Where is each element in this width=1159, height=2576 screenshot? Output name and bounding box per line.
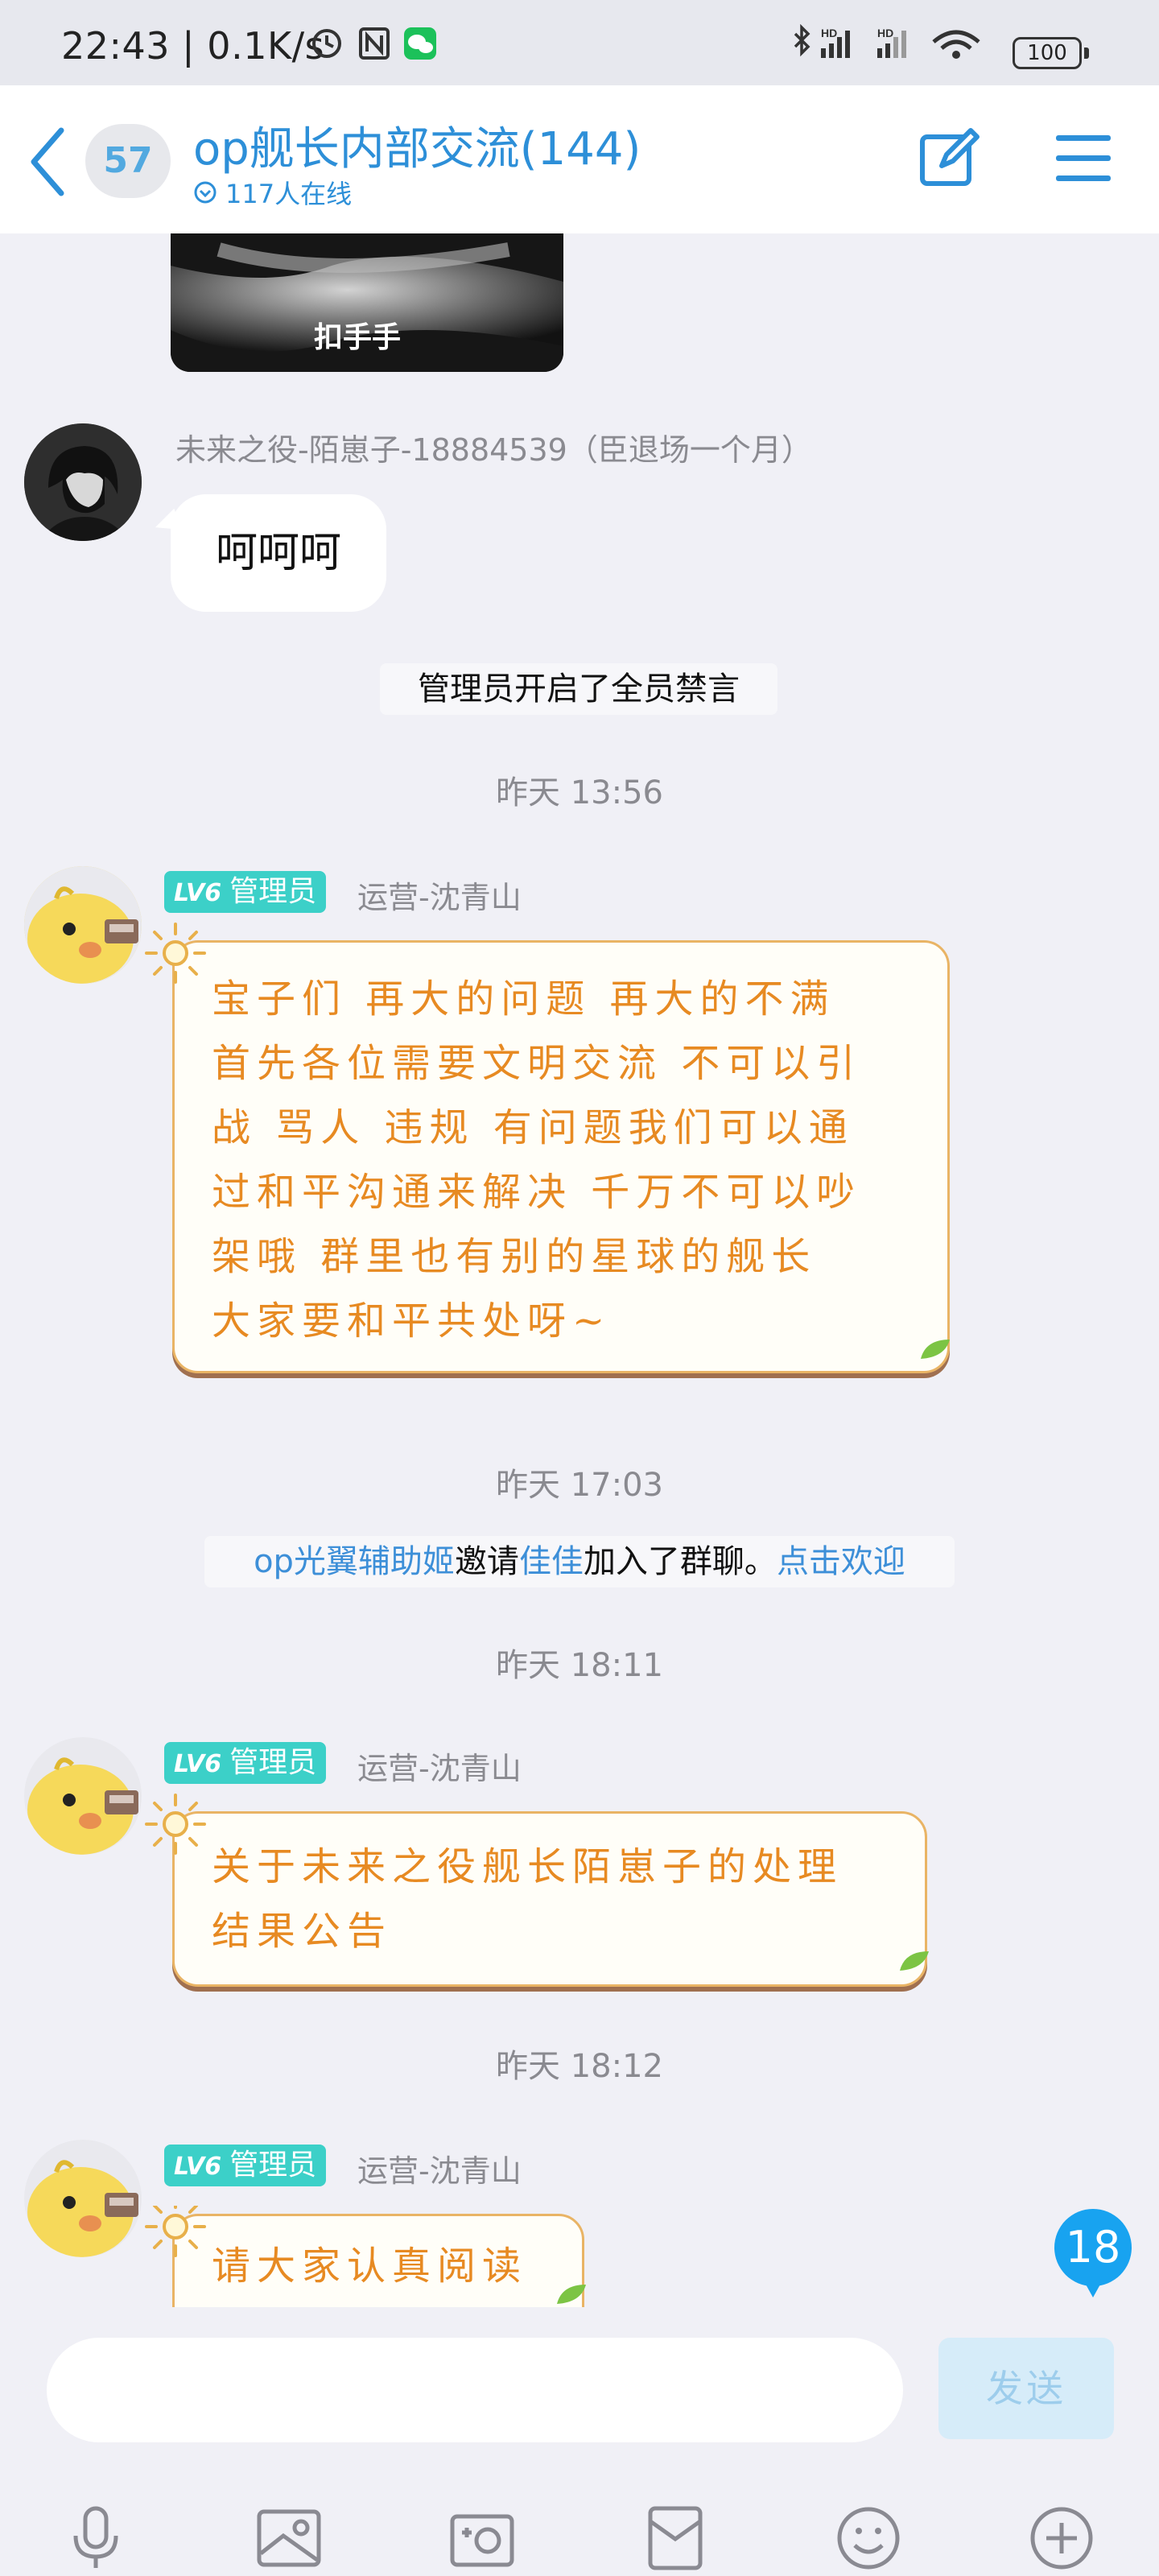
message-line: 关于未来之役舰长陌崽子的处理 [212, 1844, 843, 1889]
level-badge: LV6 管理员 [164, 871, 327, 913]
camera-icon[interactable] [448, 2504, 517, 2573]
menu-icon[interactable] [1054, 132, 1112, 185]
sender-name[interactable]: 运营-沈青山 [357, 2146, 522, 2190]
sender-name[interactable]: 运营-沈青山 [357, 1744, 522, 1788]
image-caption: 扣手手 [314, 321, 402, 354]
image-icon[interactable] [254, 2504, 324, 2573]
emoji-icon[interactable] [834, 2504, 903, 2573]
image-message[interactable]: 扣手手 [171, 233, 563, 372]
message-line: 结果公告 [212, 1909, 393, 1954]
message-line: 大家要和平共处呀~ [212, 1298, 612, 1344]
battery-indicator: 100 [1013, 37, 1089, 69]
message-line: 宝子们 再大的问题 再大的不满 [212, 976, 835, 1022]
svg-text:HD: HD [821, 27, 837, 39]
message-line: 请大家认真阅读 [212, 2244, 528, 2289]
level-badge: LV6 管理员 [164, 2145, 327, 2186]
back-arrow-icon[interactable] [19, 118, 76, 206]
send-button[interactable]: 发送 [938, 2338, 1114, 2439]
avatar-image [24, 423, 142, 541]
timestamp: 昨天 18:12 [496, 2048, 663, 2085]
leaf-decoration-icon [921, 1340, 950, 1359]
timestamp: 昨天 13:56 [496, 774, 663, 811]
level-badge: LV6 管理员 [164, 1742, 327, 1784]
system-invite-notice: op光翼辅助姬邀请佳佳加入了群聊。点击欢迎 [204, 1536, 955, 1587]
decorated-message-bubble[interactable]: 请大家认真阅读 [172, 2214, 584, 2307]
message-bubble[interactable]: 呵呵呵 [171, 494, 386, 612]
avatar[interactable] [24, 866, 142, 984]
status-signal-icons: HD HD [794, 24, 980, 59]
message-input[interactable] [47, 2338, 903, 2442]
group-title[interactable]: op舰长内部交流(144) [193, 113, 641, 178]
chevron-down-circle-icon [194, 181, 217, 204]
input-area: 发送 [0, 2307, 1159, 2576]
message-line: 架哦 群里也有别的星球的舰长 [212, 1234, 817, 1279]
microphone-icon[interactable] [61, 2504, 130, 2573]
sender-name[interactable]: 运营-沈青山 [357, 873, 522, 917]
role-text: 管理员 [229, 875, 317, 908]
role-text: 管理员 [229, 2149, 317, 2182]
online-count-text: 117人在线 [225, 179, 353, 209]
leaf-decoration-icon [900, 1951, 929, 1971]
plus-icon[interactable] [1027, 2504, 1096, 2573]
unread-count-badge[interactable]: 57 [85, 124, 171, 198]
sun-decoration-icon [145, 2206, 206, 2257]
sun-decoration-icon [145, 1794, 206, 1855]
svg-text:HD: HD [877, 27, 893, 39]
red-packet-icon[interactable] [641, 2504, 710, 2573]
status-bar: 22:43 | 0.1K/s HD HD 100 [0, 0, 1159, 85]
timestamp: 昨天 17:03 [496, 1467, 663, 1504]
avatar-image [24, 1737, 142, 1855]
sun-decoration-icon [145, 923, 206, 984]
inviter-link[interactable]: op光翼辅助姬 [254, 1543, 455, 1580]
avatar[interactable] [24, 1737, 142, 1855]
status-time: 22:43 | 0.1K/s [61, 24, 325, 68]
decorated-message-bubble[interactable]: 宝子们 再大的问题 再大的不满 首先各位需要文明交流 不可以引 战 骂人 违规 … [172, 940, 950, 1373]
avatar-image [24, 866, 142, 984]
edit-icon[interactable] [916, 126, 980, 190]
sender-name[interactable]: 未来之役-陌崽子-18884539（臣退场一个月） [175, 425, 812, 469]
invite-suffix: 加入了群聊。 [583, 1543, 777, 1580]
message-line: 战 骂人 违规 有问题我们可以通 [212, 1105, 854, 1150]
leaf-decoration-icon [557, 2285, 586, 2304]
invite-verb: 邀请 [454, 1543, 519, 1580]
decorated-message-bubble[interactable]: 关于未来之役舰长陌崽子的处理 结果公告 [172, 1811, 927, 1987]
level-text: LV6 [174, 2153, 222, 2181]
invitee-link[interactable]: 佳佳 [519, 1543, 584, 1580]
message-line: 首先各位需要文明交流 不可以引 [212, 1041, 862, 1086]
system-notice: 管理员开启了全员禁言 [380, 663, 777, 715]
welcome-link[interactable]: 点击欢迎 [777, 1543, 905, 1580]
timestamp: 昨天 18:11 [496, 1647, 663, 1684]
role-text: 管理员 [229, 1746, 317, 1779]
level-text: LV6 [174, 1750, 222, 1778]
new-message-count-badge[interactable]: 18 [1054, 2209, 1132, 2297]
online-status[interactable]: 117人在线 [193, 174, 352, 211]
message-line: 过和平沟通来解决 千万不可以吵 [212, 1170, 862, 1215]
status-notification-icons [312, 27, 436, 60]
avatar[interactable] [24, 423, 142, 541]
message-clip: 请大家认真阅读 [0, 2206, 1159, 2307]
chat-header: 57 op舰长内部交流(144) 117人在线 [0, 85, 1159, 233]
level-text: LV6 [174, 879, 222, 907]
